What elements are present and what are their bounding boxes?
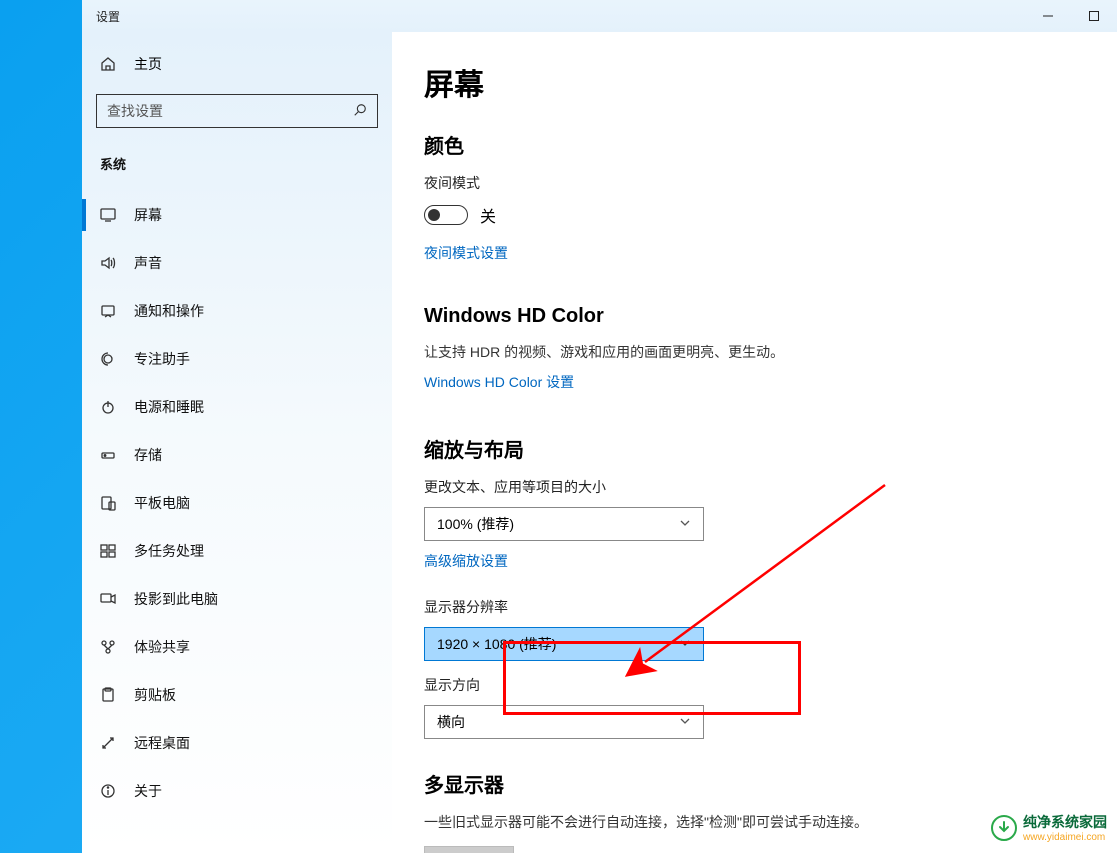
sidebar-item-label: 专注助手 (134, 349, 190, 369)
sidebar-item-multitask[interactable]: 多任务处理 (82, 527, 392, 575)
sound-icon (100, 255, 116, 271)
sidebar-item-label: 关于 (134, 781, 162, 801)
clipboard-icon (100, 687, 116, 703)
sidebar-item-shared[interactable]: 体验共享 (82, 623, 392, 671)
home-label: 主页 (134, 54, 162, 74)
storage-icon (100, 447, 116, 463)
night-mode-label: 夜间模式 (424, 173, 1097, 193)
advanced-scale-link[interactable]: 高级缩放设置 (424, 551, 508, 571)
night-mode-toggle[interactable] (424, 205, 468, 225)
sidebar-item-tablet[interactable]: 平板电脑 (82, 479, 392, 527)
resolution-dropdown[interactable]: 1920 × 1080 (推荐) (424, 627, 704, 661)
text-size-value: 100% (推荐) (437, 514, 514, 534)
sidebar-item-sound[interactable]: 声音 (82, 239, 392, 287)
shared-icon (100, 639, 116, 655)
settings-window: 设置 主页 系统 (82, 0, 1117, 853)
hd-desc: 让支持 HDR 的视频、游戏和应用的画面更明亮、更生动。 (424, 342, 1097, 362)
tablet-icon (100, 495, 116, 511)
main-panel: 屏幕 颜色 夜间模式 关 夜间模式设置 Windows HD Color 让支持… (392, 32, 1117, 853)
sidebar-item-notifications[interactable]: 通知和操作 (82, 287, 392, 335)
sidebar-item-label: 电源和睡眠 (134, 397, 204, 417)
text-size-label: 更改文本、应用等项目的大小 (424, 477, 1097, 497)
orientation-dropdown[interactable]: 横向 (424, 705, 704, 739)
sidebar-item-label: 远程桌面 (134, 733, 190, 753)
about-icon (100, 783, 116, 799)
multi-display-heading: 多显示器 (424, 769, 1097, 798)
hd-heading: Windows HD Color (424, 305, 1097, 328)
home-button[interactable]: 主页 (82, 44, 392, 84)
search-box[interactable] (96, 94, 378, 128)
sidebar-item-label: 体验共享 (134, 637, 190, 657)
hd-settings-link[interactable]: Windows HD Color 设置 (424, 372, 574, 392)
sidebar-item-remote[interactable]: 远程桌面 (82, 719, 392, 767)
sidebar-item-label: 声音 (134, 253, 162, 273)
section-label: 系统 (82, 146, 392, 191)
resolution-label: 显示器分辨率 (424, 597, 1097, 617)
night-mode-settings-link[interactable]: 夜间模式设置 (424, 243, 508, 263)
orientation-value: 横向 (437, 712, 465, 732)
sidebar-item-label: 存储 (134, 445, 162, 465)
chevron-down-icon (679, 714, 691, 730)
display-icon (100, 207, 116, 223)
search-icon (353, 103, 367, 120)
scale-heading: 缩放与布局 (424, 434, 1097, 463)
watermark: 纯净系统家园 www.yidaimei.com (991, 812, 1107, 843)
sidebar: 主页 系统 屏幕 声音 通知和操作 (82, 32, 392, 853)
notifications-icon (100, 303, 116, 319)
watermark-text-block: 纯净系统家园 www.yidaimei.com (1023, 812, 1107, 843)
minimize-button[interactable] (1025, 0, 1071, 32)
chevron-down-icon (679, 636, 691, 652)
multitask-icon (100, 543, 116, 559)
night-mode-state: 关 (480, 203, 496, 227)
titlebar: 设置 (82, 0, 1117, 32)
orientation-label: 显示方向 (424, 675, 1097, 695)
search-input[interactable] (107, 103, 315, 119)
sidebar-item-clipboard[interactable]: 剪贴板 (82, 671, 392, 719)
home-icon (100, 56, 116, 72)
remote-icon (100, 735, 116, 751)
watermark-text: 纯净系统家园 (1023, 814, 1107, 830)
detect-button[interactable]: 检测 (424, 846, 514, 853)
sidebar-item-label: 剪贴板 (134, 685, 176, 705)
maximize-button[interactable] (1071, 0, 1117, 32)
window-controls (1025, 0, 1117, 32)
sidebar-item-label: 屏幕 (134, 205, 162, 225)
sidebar-item-label: 通知和操作 (134, 301, 204, 321)
sidebar-item-label: 投影到此电脑 (134, 589, 218, 609)
content-area: 主页 系统 屏幕 声音 通知和操作 (82, 32, 1117, 853)
page-title: 屏幕 (424, 60, 1097, 104)
chevron-down-icon (679, 516, 691, 532)
sidebar-item-display[interactable]: 屏幕 (82, 191, 392, 239)
color-heading: 颜色 (424, 130, 1097, 159)
sidebar-item-label: 平板电脑 (134, 493, 190, 513)
sidebar-item-storage[interactable]: 存储 (82, 431, 392, 479)
sidebar-item-project[interactable]: 投影到此电脑 (82, 575, 392, 623)
power-icon (100, 399, 116, 415)
sidebar-item-about[interactable]: 关于 (82, 767, 392, 815)
sidebar-item-focus[interactable]: 专注助手 (82, 335, 392, 383)
resolution-value: 1920 × 1080 (推荐) (437, 634, 556, 654)
sidebar-item-label: 多任务处理 (134, 541, 204, 561)
project-icon (100, 591, 116, 607)
night-mode-toggle-row: 关 (424, 203, 1097, 227)
sidebar-item-power[interactable]: 电源和睡眠 (82, 383, 392, 431)
watermark-logo-icon (991, 815, 1017, 841)
window-title: 设置 (96, 8, 120, 25)
text-size-dropdown[interactable]: 100% (推荐) (424, 507, 704, 541)
watermark-sub: www.yidaimei.com (1023, 832, 1107, 843)
focus-icon (100, 351, 116, 367)
